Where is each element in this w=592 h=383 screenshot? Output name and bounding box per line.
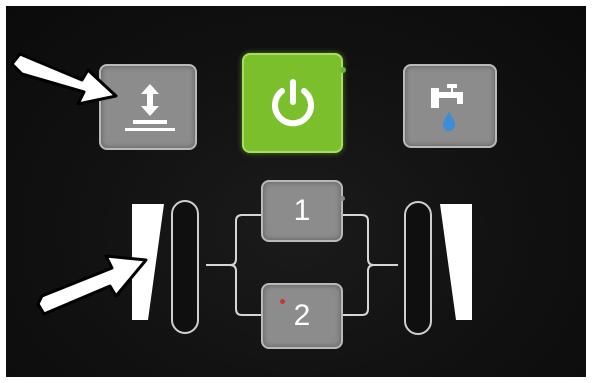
left-slider-slot[interactable] (171, 200, 199, 334)
preset-1-button[interactable]: 1 (261, 180, 343, 242)
right-slider-slot[interactable] (404, 201, 432, 335)
preset-1-led (340, 196, 345, 201)
power-status-led (340, 67, 346, 73)
right-scale-minus: – (461, 307, 473, 329)
water-button[interactable] (403, 64, 497, 148)
preset-1-label: 1 (293, 194, 311, 227)
preset-2-led (280, 299, 285, 304)
arrow-pointer-bottom (36, 254, 148, 316)
arrow-pointer-top (10, 52, 118, 106)
faucet-water-icon (431, 84, 463, 131)
right-scale-plus: + (455, 201, 467, 223)
preset-2-label: 2 (293, 299, 311, 332)
preset-2-button[interactable]: 2 (261, 283, 343, 349)
power-icon (272, 79, 314, 127)
lift-updown-icon (125, 84, 175, 131)
power-button[interactable] (242, 53, 343, 153)
left-scale-plus: + (134, 200, 146, 222)
